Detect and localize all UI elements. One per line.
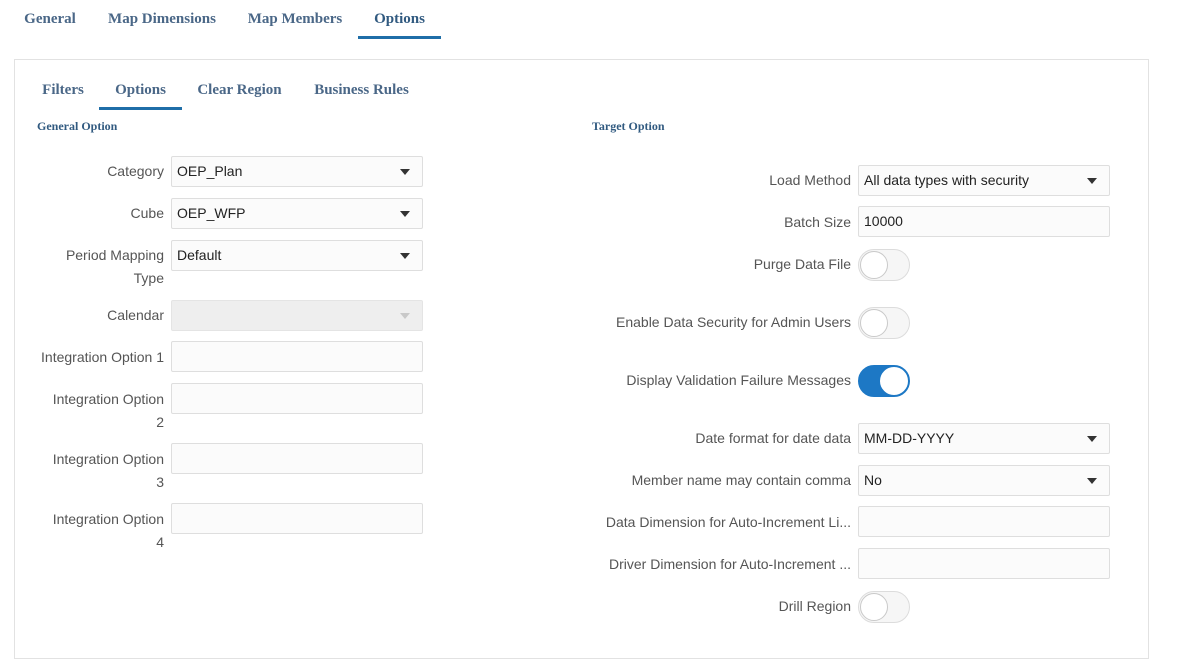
display-validation-label: Display Validation Failure Messages xyxy=(626,372,851,388)
drill-region-toggle[interactable] xyxy=(858,591,910,623)
data-dimension-label: Data Dimension for Auto-Increment Li... xyxy=(605,514,851,530)
subtab-clear-region[interactable]: Clear Region xyxy=(189,80,290,110)
chevron-down-icon xyxy=(400,253,410,259)
date-format-value: MM-DD-YYYY xyxy=(864,430,955,446)
integration-option-2-label: Integration Option 2 xyxy=(20,388,164,434)
load-method-label: Load Method xyxy=(769,172,851,188)
toggle-knob xyxy=(880,367,908,395)
member-name-comma-select[interactable]: No xyxy=(858,465,1110,496)
batch-size-label: Batch Size xyxy=(784,214,851,230)
integration-option-1-label: Integration Option 1 xyxy=(41,349,164,365)
date-format-select[interactable]: MM-DD-YYYY xyxy=(858,423,1110,454)
enable-data-security-toggle[interactable] xyxy=(858,307,910,339)
integration-option-4-label-line2: 4 xyxy=(156,534,164,550)
subtab-filters[interactable]: Filters xyxy=(32,80,94,110)
integration-option-4-label-line1: Integration Option xyxy=(52,511,164,527)
calendar-label: Calendar xyxy=(107,307,164,323)
data-dimension-input[interactable] xyxy=(858,506,1110,537)
drill-region-label: Drill Region xyxy=(778,598,851,614)
general-option-title: General Option xyxy=(37,119,118,133)
enable-data-security-label: Enable Data Security for Admin Users xyxy=(616,314,851,330)
member-name-comma-label: Member name may contain comma xyxy=(631,472,851,488)
load-method-value: All data types with security xyxy=(864,172,1029,188)
batch-size-input[interactable]: 10000 xyxy=(858,206,1110,237)
display-validation-toggle[interactable] xyxy=(858,365,910,397)
cube-value: OEP_WFP xyxy=(177,205,246,221)
subtab-business-rules[interactable]: Business Rules xyxy=(302,80,421,110)
purge-data-file-toggle[interactable] xyxy=(858,249,910,281)
load-method-select[interactable]: All data types with security xyxy=(858,165,1110,196)
tab-map-members[interactable]: Map Members xyxy=(237,9,353,39)
top-tab-bar: General Map Dimensions Map Members Optio… xyxy=(0,0,1178,40)
integration-option-2-label-line2: 2 xyxy=(156,414,164,430)
toggle-knob xyxy=(860,593,888,621)
integration-option-3-input[interactable] xyxy=(171,443,423,474)
period-mapping-label-line2: Type xyxy=(133,270,164,286)
integration-option-2-label-line1: Integration Option xyxy=(52,391,164,407)
period-mapping-label-line1: Period Mapping xyxy=(65,247,164,263)
cube-select[interactable]: OEP_WFP xyxy=(171,198,423,229)
chevron-down-icon xyxy=(400,211,410,217)
category-label: Category xyxy=(107,163,164,179)
integration-option-1-input[interactable] xyxy=(171,341,423,372)
chevron-down-icon xyxy=(1087,178,1097,184)
integration-option-3-label-line1: Integration Option xyxy=(52,451,164,467)
chevron-down-icon xyxy=(400,169,410,175)
integration-option-3-label: Integration Option 3 xyxy=(20,448,164,494)
chevron-down-icon xyxy=(1087,478,1097,484)
date-format-label: Date format for date data xyxy=(695,430,851,446)
driver-dimension-label: Driver Dimension for Auto-Increment ... xyxy=(609,556,851,572)
tab-general[interactable]: General xyxy=(14,9,86,39)
chevron-down-icon xyxy=(400,313,410,319)
category-value: OEP_Plan xyxy=(177,163,243,179)
target-option-title: Target Option xyxy=(592,119,665,133)
period-mapping-label: Period Mapping Type xyxy=(20,244,164,290)
driver-dimension-input[interactable] xyxy=(858,548,1110,579)
calendar-select xyxy=(171,300,423,331)
cube-label: Cube xyxy=(130,205,164,221)
tab-map-dimensions[interactable]: Map Dimensions xyxy=(96,9,228,39)
member-name-comma-value: No xyxy=(864,472,882,488)
integration-option-4-input[interactable] xyxy=(171,503,423,534)
integration-option-3-label-line2: 3 xyxy=(156,474,164,490)
category-select[interactable]: OEP_Plan xyxy=(171,156,423,187)
period-mapping-value: Default xyxy=(177,247,222,263)
chevron-down-icon xyxy=(1087,436,1097,442)
period-mapping-select[interactable]: Default xyxy=(171,240,423,271)
toggle-knob xyxy=(860,309,888,337)
toggle-knob xyxy=(860,251,888,279)
tab-options[interactable]: Options xyxy=(358,9,441,39)
integration-option-4-label: Integration Option 4 xyxy=(20,508,164,554)
subtab-options[interactable]: Options xyxy=(99,80,182,110)
integration-option-2-input[interactable] xyxy=(171,383,423,414)
purge-data-file-label: Purge Data File xyxy=(753,256,851,272)
